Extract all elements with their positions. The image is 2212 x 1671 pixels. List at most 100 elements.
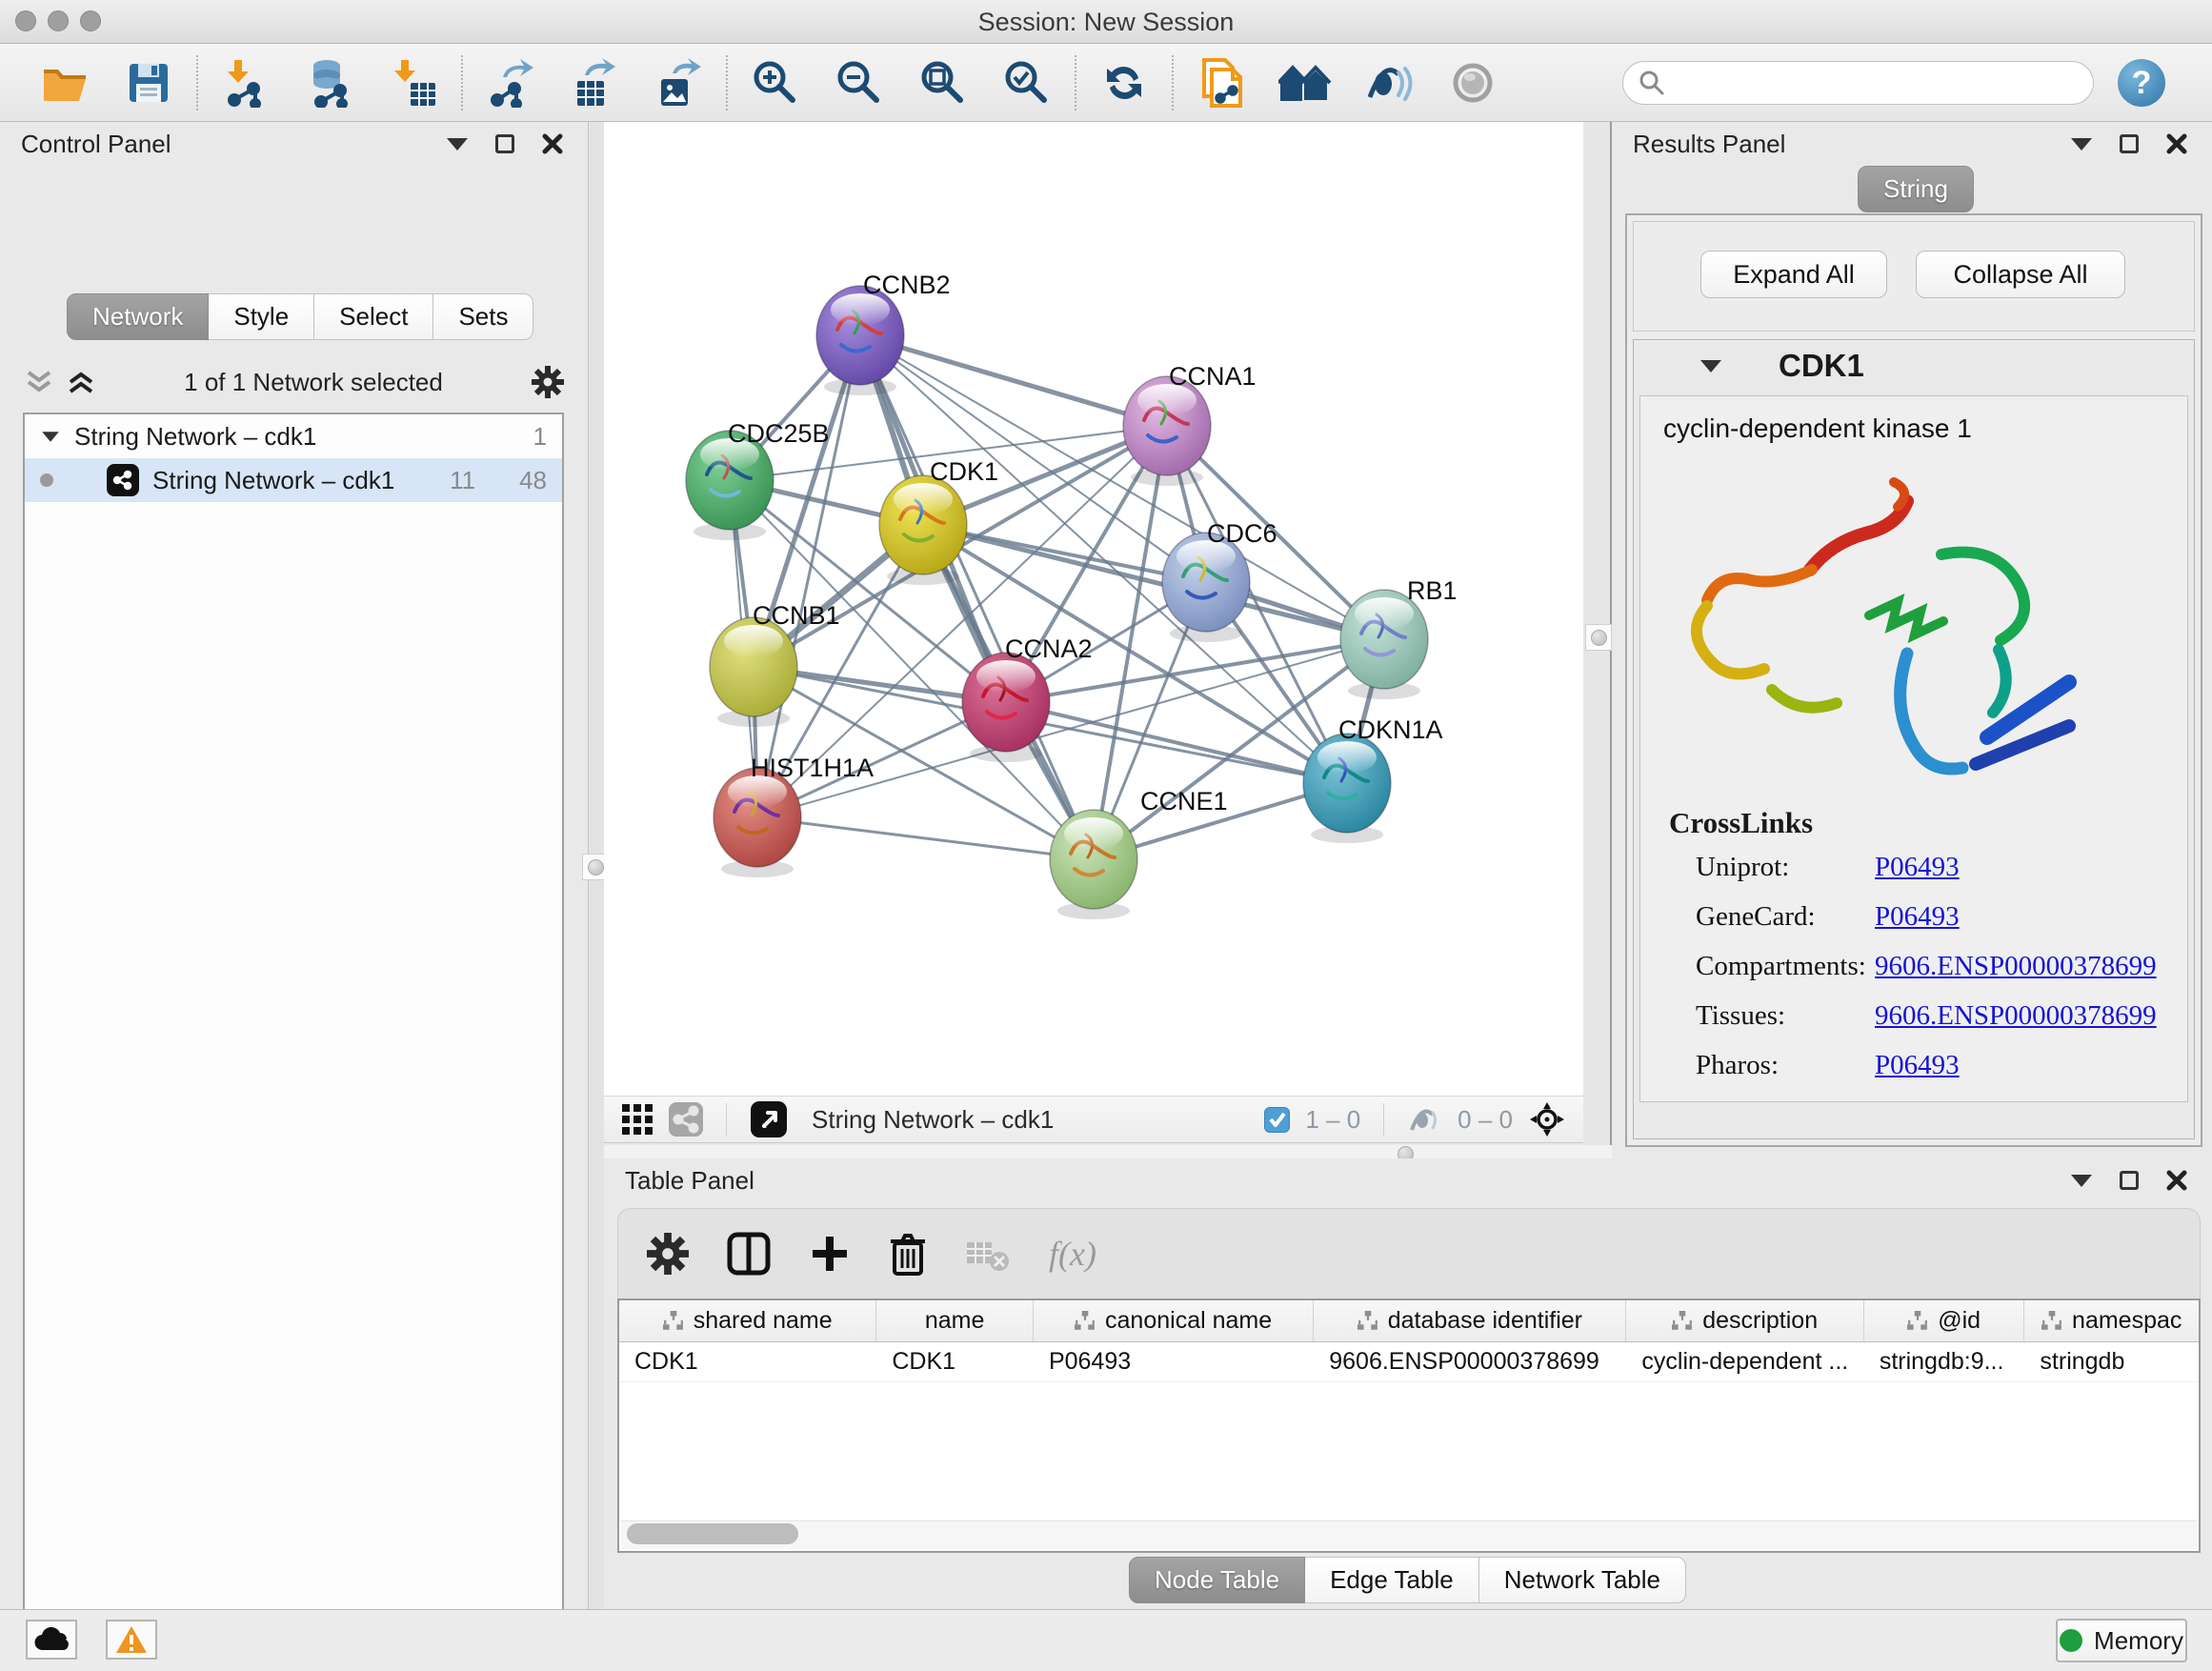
- string-home-button[interactable]: [1263, 52, 1347, 113]
- genecard-link[interactable]: P06493: [1875, 901, 1960, 951]
- column-header-namespace[interactable]: namespac: [2024, 1300, 2199, 1341]
- network-node-CDC6[interactable]: CDC6: [1162, 519, 1277, 642]
- section-expander-icon[interactable]: [1700, 360, 1721, 372]
- grid-view-icon[interactable]: [621, 1103, 654, 1136]
- birdseye-view-icon[interactable]: [751, 1101, 787, 1137]
- warnings-button[interactable]: [106, 1620, 157, 1660]
- network-collection-row[interactable]: String Network – cdk1 1: [25, 414, 562, 458]
- warning-icon: [115, 1625, 148, 1654]
- network-edge[interactable]: [1006, 702, 1347, 783]
- table-row[interactable]: CDK1 CDK1 P06493 9606.ENSP00000378699 cy…: [619, 1342, 2199, 1382]
- gene-description: cyclin-dependent kinase 1: [1663, 413, 1972, 444]
- float-panel-icon[interactable]: [2115, 130, 2143, 158]
- tab-string[interactable]: String: [1858, 166, 1974, 212]
- collapse-all-icon[interactable]: [25, 370, 53, 394]
- column-header-database-identifier[interactable]: database identifier: [1314, 1300, 1626, 1341]
- network-edge[interactable]: [860, 335, 1094, 859]
- tree-expander-icon[interactable]: [42, 432, 59, 441]
- export-image-icon: [654, 58, 703, 108]
- network-node-CDK1[interactable]: CDK1: [879, 457, 998, 585]
- search-input[interactable]: [1665, 69, 2078, 97]
- collapse-all-button[interactable]: Collapse All: [1916, 251, 2125, 298]
- expand-all-button[interactable]: Expand All: [1700, 251, 1887, 298]
- string-clone-network-button[interactable]: [1179, 52, 1263, 113]
- export-network-button[interactable]: [469, 52, 553, 113]
- float-menu-icon[interactable]: [443, 130, 472, 158]
- gear-icon[interactable]: [532, 366, 564, 398]
- cloud-status-button[interactable]: [26, 1620, 77, 1660]
- tab-network[interactable]: Network: [67, 293, 209, 340]
- close-panel-icon[interactable]: [538, 130, 567, 158]
- show-columns-icon[interactable]: [727, 1232, 771, 1276]
- network-row-selected[interactable]: String Network – cdk1 11 48: [25, 458, 562, 502]
- import-table-button[interactable]: [372, 52, 455, 113]
- compartments-link[interactable]: 9606.ENSP00000378699: [1875, 951, 2157, 1000]
- export-table-button[interactable]: [553, 52, 636, 113]
- column-header-canonical-name[interactable]: canonical name: [1034, 1300, 1314, 1341]
- open-session-button[interactable]: [23, 52, 107, 113]
- tab-edge-table[interactable]: Edge Table: [1305, 1557, 1479, 1603]
- expand-all-icon[interactable]: [67, 370, 95, 394]
- uniprot-link[interactable]: P06493: [1875, 852, 1960, 901]
- import-network-database-button[interactable]: [288, 52, 372, 113]
- column-header-shared-name[interactable]: shared name: [619, 1300, 876, 1341]
- hidden-eye-icon[interactable]: [1408, 1105, 1442, 1134]
- network-node-CDC25B[interactable]: CDC25B: [686, 419, 830, 540]
- zoom-fit-button[interactable]: [901, 52, 985, 113]
- node-label: CCNA1: [1169, 362, 1257, 391]
- node-table[interactable]: shared name name canonical name database…: [617, 1299, 2201, 1553]
- show-graphics-details-button[interactable]: [1431, 52, 1515, 113]
- pharos-link[interactable]: P06493: [1875, 1050, 1960, 1099]
- delete-column-icon[interactable]: [889, 1232, 927, 1276]
- export-image-button[interactable]: [636, 52, 720, 113]
- network-node-RB1[interactable]: RB1: [1340, 576, 1458, 699]
- float-menu-icon[interactable]: [2067, 1166, 2096, 1195]
- float-panel-icon[interactable]: [491, 130, 519, 158]
- network-edge[interactable]: [757, 335, 860, 817]
- zoom-in-button[interactable]: [734, 52, 817, 113]
- float-menu-icon[interactable]: [2067, 130, 2096, 158]
- right-splitter-grip[interactable]: [1585, 624, 1612, 651]
- gear-icon[interactable]: [647, 1233, 689, 1275]
- tab-sets[interactable]: Sets: [433, 293, 533, 340]
- gene-section-header[interactable]: CDK1: [1634, 340, 2194, 392]
- tab-network-table[interactable]: Network Table: [1479, 1557, 1686, 1603]
- fit-content-icon[interactable]: [1528, 1100, 1566, 1138]
- zoom-out-button[interactable]: [817, 52, 901, 113]
- horizontal-scrollbar-thumb[interactable]: [627, 1523, 798, 1544]
- selected-checkbox-icon[interactable]: [1264, 1107, 1290, 1133]
- import-network-file-button[interactable]: [204, 52, 288, 113]
- zoom-selected-button[interactable]: [985, 52, 1069, 113]
- results-panel-title: Results Panel: [1633, 130, 2048, 159]
- network-node-CCNA1[interactable]: CCNA1: [1123, 362, 1257, 486]
- column-tree-icon: [663, 1311, 684, 1332]
- help-icon[interactable]: ?: [2116, 57, 2167, 109]
- network-graph[interactable]: CCNB2CCNA1CDC25BCDK1CDC6RB1CCNB1CCNA2CDK…: [604, 122, 1583, 1096]
- network-edge[interactable]: [923, 525, 1384, 639]
- tab-style[interactable]: Style: [209, 293, 314, 340]
- network-edge[interactable]: [860, 335, 1167, 426]
- network-node-HIST1H1A[interactable]: HIST1H1A: [714, 754, 874, 877]
- network-edge[interactable]: [757, 817, 1094, 859]
- close-panel-icon[interactable]: [2162, 130, 2191, 158]
- memory-label: Memory: [2094, 1626, 2183, 1656]
- network-node-CCNE1[interactable]: CCNE1: [1050, 787, 1228, 919]
- horizontal-scrollbar-track[interactable]: [621, 1520, 2197, 1549]
- hide-enhanced-labels-button[interactable]: [1347, 52, 1431, 113]
- apply-layout-button[interactable]: [1082, 52, 1166, 113]
- close-panel-icon[interactable]: [2162, 1166, 2191, 1195]
- save-session-button[interactable]: [107, 52, 191, 113]
- node-label: CDC6: [1207, 519, 1277, 548]
- tab-select[interactable]: Select: [314, 293, 433, 340]
- tab-node-table[interactable]: Node Table: [1129, 1557, 1305, 1603]
- memory-button[interactable]: Memory: [2056, 1619, 2187, 1662]
- add-column-icon[interactable]: [809, 1233, 851, 1275]
- search-box[interactable]: [1622, 61, 2094, 105]
- share-view-icon[interactable]: [669, 1102, 703, 1137]
- column-header-description[interactable]: description: [1626, 1300, 1863, 1341]
- column-header-id[interactable]: @id: [1864, 1300, 2025, 1341]
- column-header-name[interactable]: name: [876, 1300, 1034, 1341]
- float-panel-icon[interactable]: [2115, 1166, 2143, 1195]
- tissues-link[interactable]: 9606.ENSP00000378699: [1875, 1000, 2157, 1050]
- network-canvas[interactable]: CCNB2CCNA1CDC25BCDK1CDC6RB1CCNB1CCNA2CDK…: [604, 122, 1583, 1096]
